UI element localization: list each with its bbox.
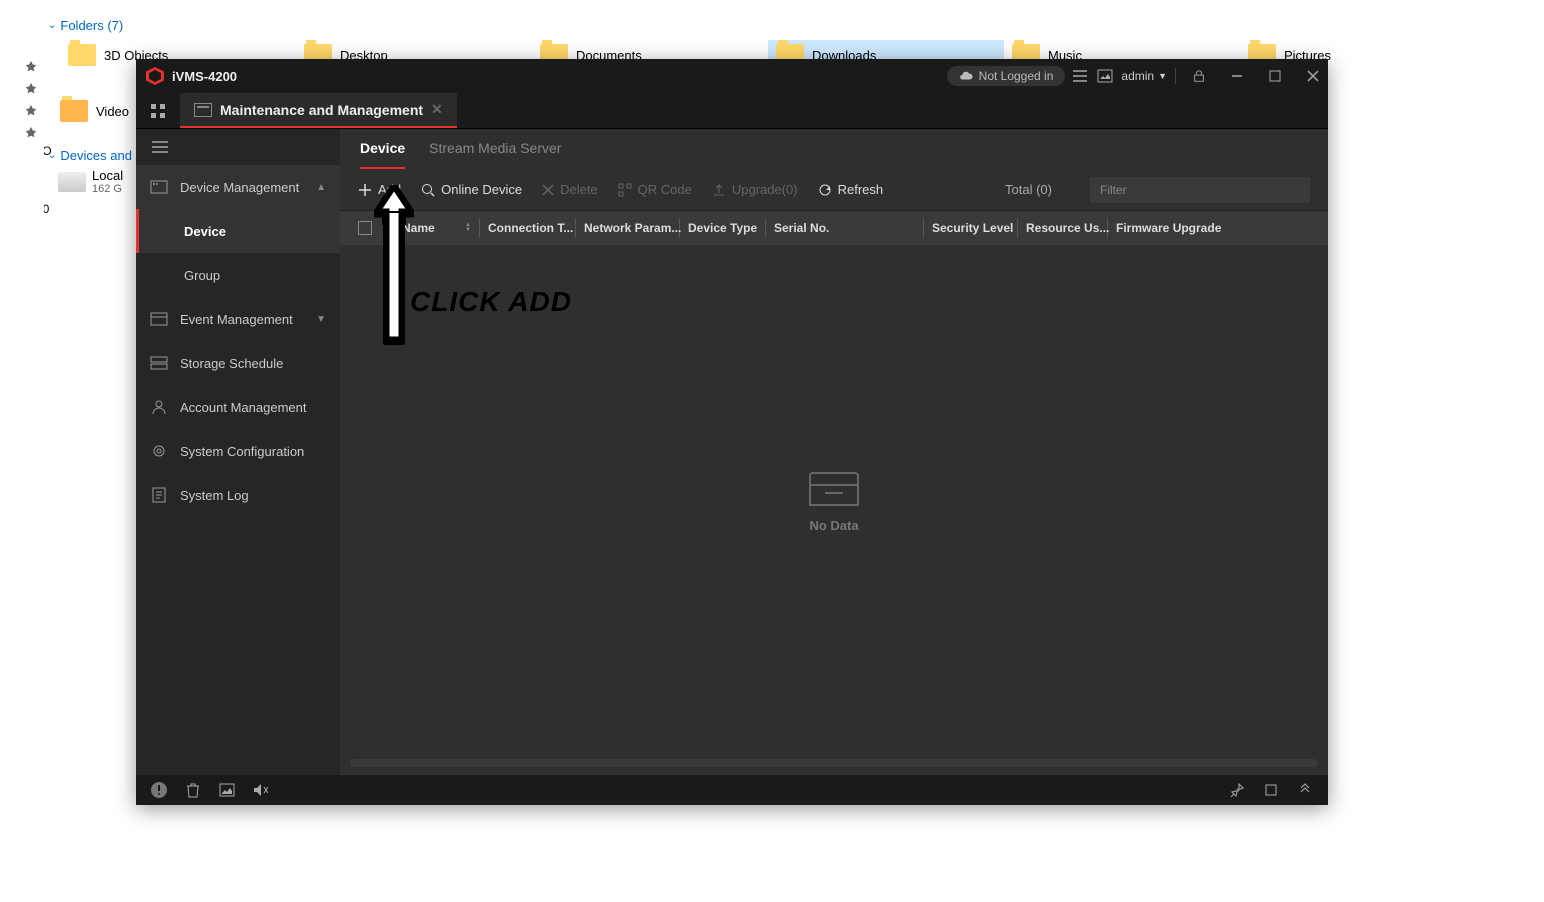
delete-button: Delete [542,182,598,197]
table-header: Name▲▼ Connection T... Network Param... … [340,211,1328,245]
sidebar-label: Device Management [180,180,299,195]
folder-icon [60,100,88,122]
divider [1175,68,1176,84]
statusbar [136,775,1328,805]
sidebar-label: Event Management [180,312,293,327]
x-icon [542,184,554,196]
refresh-icon [818,183,832,197]
col-firmware-upgrade[interactable]: Firmware Upgrade [1108,218,1229,238]
sidebar-item-system-configuration[interactable]: System Configuration [136,429,340,473]
col-device-type[interactable]: Device Type [680,218,766,238]
sidebar-label: System Log [180,488,249,503]
sidebar-label: System Configuration [180,444,304,459]
app-title: iVMS-4200 [172,69,237,84]
sidebar-toggle-button[interactable] [136,129,340,165]
minimize-button[interactable] [1222,61,1252,91]
gear-icon [150,442,168,460]
refresh-button[interactable]: Refresh [818,182,884,197]
online-device-button[interactable]: Online Device [421,182,522,197]
sidebar-item-device-management[interactable]: Device Management ▲ [136,165,340,209]
tab-icon [194,103,212,117]
horizontal-scrollbar[interactable] [350,759,1318,767]
table-body: No Data [340,245,1328,759]
image-icon[interactable] [1097,68,1113,84]
mute-icon[interactable] [252,781,270,799]
sidebar-sub-group[interactable]: Group [136,253,340,297]
empty-box-icon [809,472,859,506]
tab-maintenance[interactable]: Maintenance and Management ✕ [180,93,457,128]
trash-icon[interactable] [184,781,202,799]
folder-icon [68,44,96,66]
col-serial-no[interactable]: Serial No. [766,218,924,238]
col-resource-usage[interactable]: Resource Us... [1018,218,1108,238]
subtab-device[interactable]: Device [360,129,405,169]
close-button[interactable] [1298,61,1328,91]
device-icon [150,178,168,196]
storage-icon [150,354,168,372]
tab-close-icon[interactable]: ✕ [431,101,443,118]
sort-icon: ▲▼ [465,223,471,233]
total-count: Total (0) [1005,182,1052,197]
sidebar: Device Management ▲ Device Group Event M… [136,129,340,775]
devices-tree-header[interactable]: ⌄Devices and [48,148,132,163]
plus-icon [358,183,372,197]
chevron-up-icon: ▲ [316,182,326,193]
account-icon [150,398,168,416]
upgrade-button: Upgrade(0) [712,182,798,197]
search-icon [421,183,435,197]
user-dropdown[interactable]: admin▼ [1121,69,1167,83]
sidebar-item-event-management[interactable]: Event Management ▼ [136,297,340,341]
log-icon [150,486,168,504]
sidebar-sub-device[interactable]: Device [136,209,340,253]
home-grid-button[interactable] [136,93,180,128]
local-disk-item[interactable]: Local162 G [58,168,123,195]
tabbar: Maintenance and Management ✕ [136,93,1328,129]
main-panel: Device Stream Media Server Add Online De… [340,129,1328,775]
folders-tree-header[interactable]: ⌄Folders (7) [48,18,123,33]
list-icon[interactable] [1073,68,1089,84]
picture-icon[interactable] [218,781,236,799]
chevron-down-icon: ▼ [316,314,326,325]
qr-icon [618,183,632,197]
select-all-checkbox[interactable] [358,221,372,235]
pin-icon [24,126,38,140]
filter-input[interactable] [1090,177,1310,203]
app-logo-icon [146,67,164,85]
sidebar-label: Account Management [180,400,306,415]
sidebar-item-system-log[interactable]: System Log [136,473,340,517]
sidebar-item-storage-schedule[interactable]: Storage Schedule [136,341,340,385]
ivms-app-window: iVMS-4200 Not Logged in admin▼ Maintenan… [136,59,1328,805]
alert-icon[interactable] [150,781,168,799]
sidebar-item-account-management[interactable]: Account Management [136,385,340,429]
pin-icon [24,60,38,74]
subtab-stream-media-server[interactable]: Stream Media Server [429,129,561,169]
col-network-params[interactable]: Network Param... [576,218,680,238]
restore-icon[interactable] [1262,781,1280,799]
event-icon [150,310,168,328]
add-button[interactable]: Add [358,182,401,197]
subtabs: Device Stream Media Server [340,129,1328,169]
pin-icon [24,82,38,96]
maximize-button[interactable] [1260,61,1290,91]
col-security-level[interactable]: Security Level [924,218,1018,238]
sidebar-label: Storage Schedule [180,356,283,371]
folder-videos[interactable]: Video [60,100,129,122]
tab-label: Maintenance and Management [220,102,423,118]
drive-icon [58,172,86,192]
login-status-pill[interactable]: Not Logged in [947,66,1066,86]
pin-icon [24,104,38,118]
lock-button[interactable] [1184,61,1214,91]
cloud-icon [959,69,973,83]
no-data-label: No Data [809,518,858,533]
collapse-icon[interactable] [1296,781,1314,799]
toolbar: Add Online Device Delete QR Code Upgrade… [340,169,1328,211]
upload-icon [712,183,726,197]
col-name[interactable]: Name▲▼ [394,218,480,238]
qr-code-button: QR Code [618,182,692,197]
pin-icon[interactable] [1228,781,1246,799]
col-connection-type[interactable]: Connection T... [480,218,576,238]
titlebar: iVMS-4200 Not Logged in admin▼ [136,59,1328,93]
quick-access-pane [0,0,44,902]
